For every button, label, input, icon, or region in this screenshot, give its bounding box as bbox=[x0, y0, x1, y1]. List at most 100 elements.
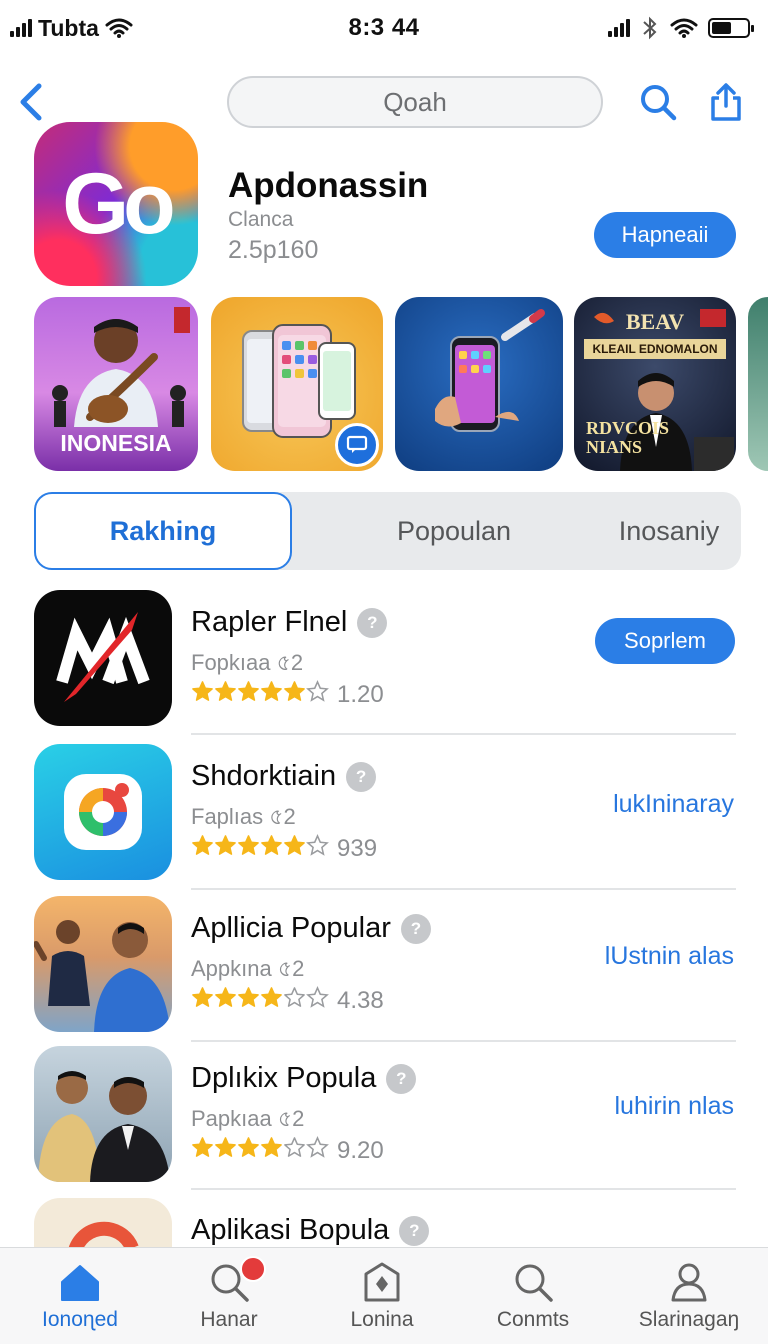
search-input[interactable]: Qoah bbox=[227, 76, 603, 128]
screenshot-1[interactable]: INONESIA bbox=[34, 297, 198, 471]
screenshot-3[interactable] bbox=[395, 297, 563, 471]
apps-icon bbox=[364, 1262, 400, 1302]
app-icon-3 bbox=[34, 896, 172, 1032]
app-name-text: Aplikasi Bopula bbox=[191, 1214, 390, 1246]
segment-third[interactable]: Inosaniy bbox=[594, 492, 744, 570]
list-item[interactable]: Rapler Flnel? Fopkıaa ৫2 1.20 Soprlem bbox=[0, 590, 768, 740]
search-button[interactable] bbox=[636, 80, 680, 124]
featured-app-size: 2.5p160 bbox=[228, 236, 319, 264]
list-item[interactable]: Shdorktiain? Faplıas ৫2 939 lukIninaray bbox=[0, 744, 768, 894]
chat-icon bbox=[346, 435, 368, 453]
person-icon bbox=[671, 1263, 707, 1302]
star-filled-icon bbox=[192, 1137, 213, 1157]
tab-home[interactable]: Ionoɳed bbox=[5, 1248, 155, 1344]
app-name-text: Dplıkix Popula bbox=[191, 1062, 377, 1094]
tab-profile-label: Slarinagaŋ bbox=[638, 1308, 740, 1331]
star-filled-icon bbox=[215, 1137, 236, 1157]
app-action-button[interactable]: Soprlem bbox=[595, 618, 735, 664]
app-icon-4 bbox=[34, 1046, 172, 1182]
star-filled-icon bbox=[215, 835, 236, 855]
app-action-link[interactable]: lUstnin alas bbox=[605, 942, 734, 971]
chat-badge-button[interactable] bbox=[335, 423, 379, 467]
signal-icon bbox=[10, 19, 32, 37]
notification-badge bbox=[240, 1256, 266, 1282]
info-icon: ? bbox=[400, 913, 431, 944]
app-name-text: Rapler Flnel bbox=[191, 606, 348, 638]
back-button[interactable] bbox=[12, 80, 48, 124]
app-icon-2 bbox=[34, 744, 172, 880]
screenshot-5-partial[interactable] bbox=[748, 297, 768, 471]
star-filled-icon bbox=[261, 1137, 282, 1157]
screenshot-4[interactable]: BEAV KLEAIL EDNOMALON RDVCOIS NIANS bbox=[574, 297, 736, 471]
star-filled-icon bbox=[192, 987, 213, 1007]
share-icon bbox=[711, 83, 741, 121]
people-photo-icon bbox=[38, 1071, 170, 1182]
app-action-link[interactable]: luhirin nlas bbox=[614, 1092, 734, 1121]
app-name-text: Apllicia Popular bbox=[191, 912, 391, 944]
star-filled-icon bbox=[238, 681, 259, 701]
segment-popular[interactable]: Popoulan bbox=[334, 492, 574, 570]
segmented-control: Popoulan Inosaniy Rakhing bbox=[34, 492, 741, 570]
wifi-icon bbox=[105, 18, 133, 38]
app-category: Fopkıaa ৫2 bbox=[191, 650, 304, 675]
info-icon: ? bbox=[357, 607, 388, 638]
rating-value: 939 bbox=[337, 835, 378, 862]
app-rating: 939 bbox=[191, 834, 377, 864]
app-name: Apllicia Popular? bbox=[191, 912, 431, 945]
signal-icon-right bbox=[608, 19, 630, 37]
list-item[interactable]: Dplıkix Popula? Papkıaa ৫2 9.20 luhirin … bbox=[0, 1046, 768, 1196]
info-icon: ? bbox=[399, 1215, 430, 1246]
phone-in-hand-illustration bbox=[435, 309, 545, 432]
featured-app-get-button[interactable]: Hapneaii bbox=[594, 212, 736, 258]
star-filled-icon bbox=[215, 987, 236, 1007]
segment-ranking[interactable]: Rakhing bbox=[34, 492, 292, 570]
star-filled-icon bbox=[215, 681, 236, 701]
star-rating bbox=[191, 834, 329, 864]
divider bbox=[191, 733, 736, 735]
star-outline-icon bbox=[306, 834, 329, 856]
star-rating bbox=[191, 680, 329, 710]
rating-value: 4.38 bbox=[337, 987, 384, 1014]
home-icon bbox=[61, 1265, 99, 1301]
app-action-link[interactable]: lukIninaray bbox=[613, 790, 734, 819]
camera-logo-icon bbox=[64, 774, 142, 850]
featured-app-icon[interactable]: Go bbox=[34, 122, 198, 286]
star-filled-icon bbox=[261, 681, 282, 701]
tab-comments[interactable]: Conmts bbox=[458, 1248, 608, 1344]
tab-apps[interactable]: Lonina bbox=[307, 1248, 457, 1344]
featured-app-subtitle: Clanca bbox=[228, 208, 294, 231]
app-name: Rapler Flnel? bbox=[191, 606, 388, 639]
app-rating: 4.38 bbox=[191, 986, 384, 1016]
featured-app-icon-text: Go bbox=[62, 155, 175, 252]
tab-profile[interactable]: Slarinagaŋ bbox=[614, 1248, 764, 1344]
tab-comments-label: Conmts bbox=[496, 1308, 570, 1331]
screenshot-4-footer-line1: RDVCOIS bbox=[586, 418, 670, 439]
divider bbox=[191, 888, 736, 890]
bluetooth-icon bbox=[643, 16, 657, 40]
screenshot-4-footer-line2: NIANS bbox=[586, 437, 643, 458]
screenshot-2[interactable] bbox=[211, 297, 383, 471]
tab-home-label: Ionoɳed bbox=[42, 1308, 118, 1331]
app-rating: 9.20 bbox=[191, 1136, 384, 1166]
star-outline-icon bbox=[284, 1137, 305, 1157]
app-name: Dplıkix Popula? bbox=[191, 1062, 417, 1095]
tab-search[interactable]: Hanar bbox=[154, 1248, 304, 1344]
share-button[interactable] bbox=[704, 80, 748, 124]
list-item[interactable]: Apllicia Popular? Appkına ৫2 4.38 lUstni… bbox=[0, 896, 768, 1046]
mn-logo-icon bbox=[56, 612, 150, 702]
divider bbox=[191, 1188, 736, 1190]
featured-app-title: Apdonassin bbox=[228, 166, 429, 205]
tab-bar: Ionoɳed Hanar Lonina Conmts Slarinagaŋ bbox=[0, 1247, 768, 1344]
star-filled-icon bbox=[238, 835, 259, 855]
star-filled-icon bbox=[192, 835, 213, 855]
status-left: Tubta bbox=[10, 15, 133, 42]
wifi-icon-right bbox=[670, 18, 698, 38]
info-icon: ? bbox=[386, 1063, 417, 1094]
info-icon: ? bbox=[346, 761, 377, 792]
app-category: Faplıas ৫2 bbox=[191, 804, 296, 829]
status-bar: Tubta 8:3 44 bbox=[0, 0, 768, 56]
rating-value: 1.20 bbox=[337, 681, 384, 708]
chevron-left-icon bbox=[20, 83, 42, 121]
star-filled-icon bbox=[238, 987, 259, 1007]
battery-icon bbox=[708, 18, 754, 38]
